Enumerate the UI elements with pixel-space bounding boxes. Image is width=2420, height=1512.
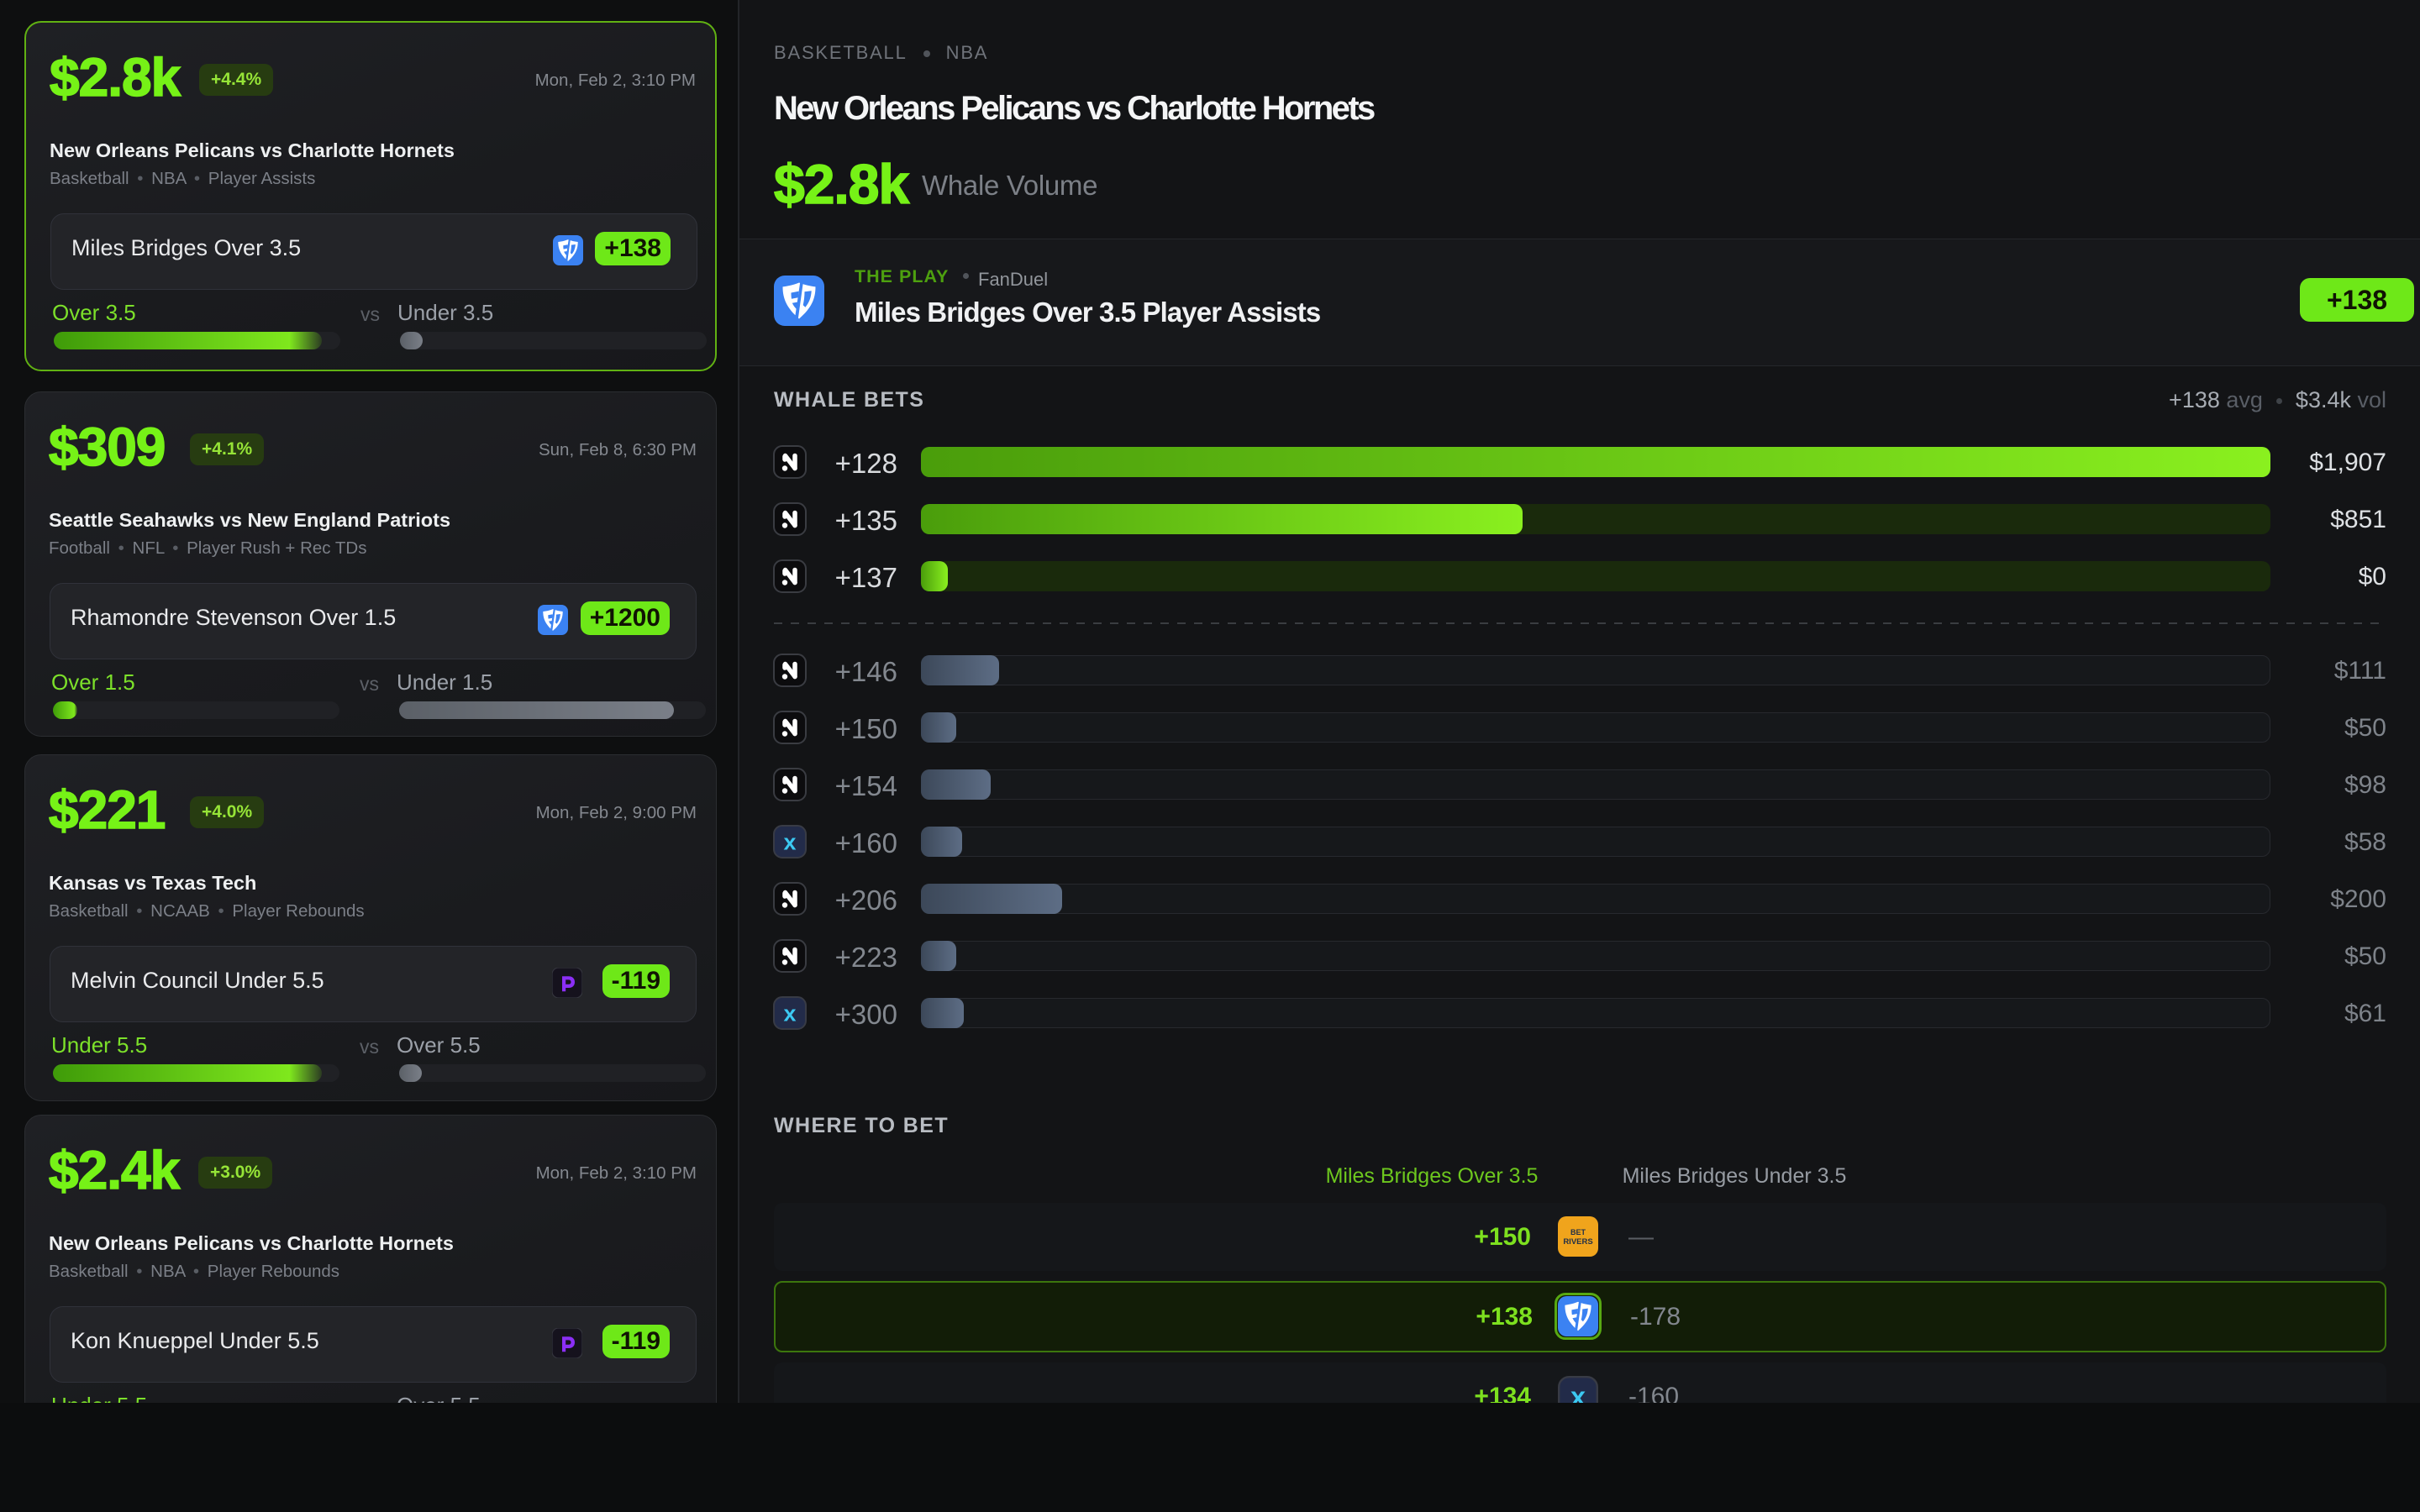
svg-text:BET: BET <box>1570 1228 1586 1236</box>
svg-text:x: x <box>1570 1381 1586 1403</box>
svg-text:RIVERS: RIVERS <box>1563 1237 1592 1247</box>
